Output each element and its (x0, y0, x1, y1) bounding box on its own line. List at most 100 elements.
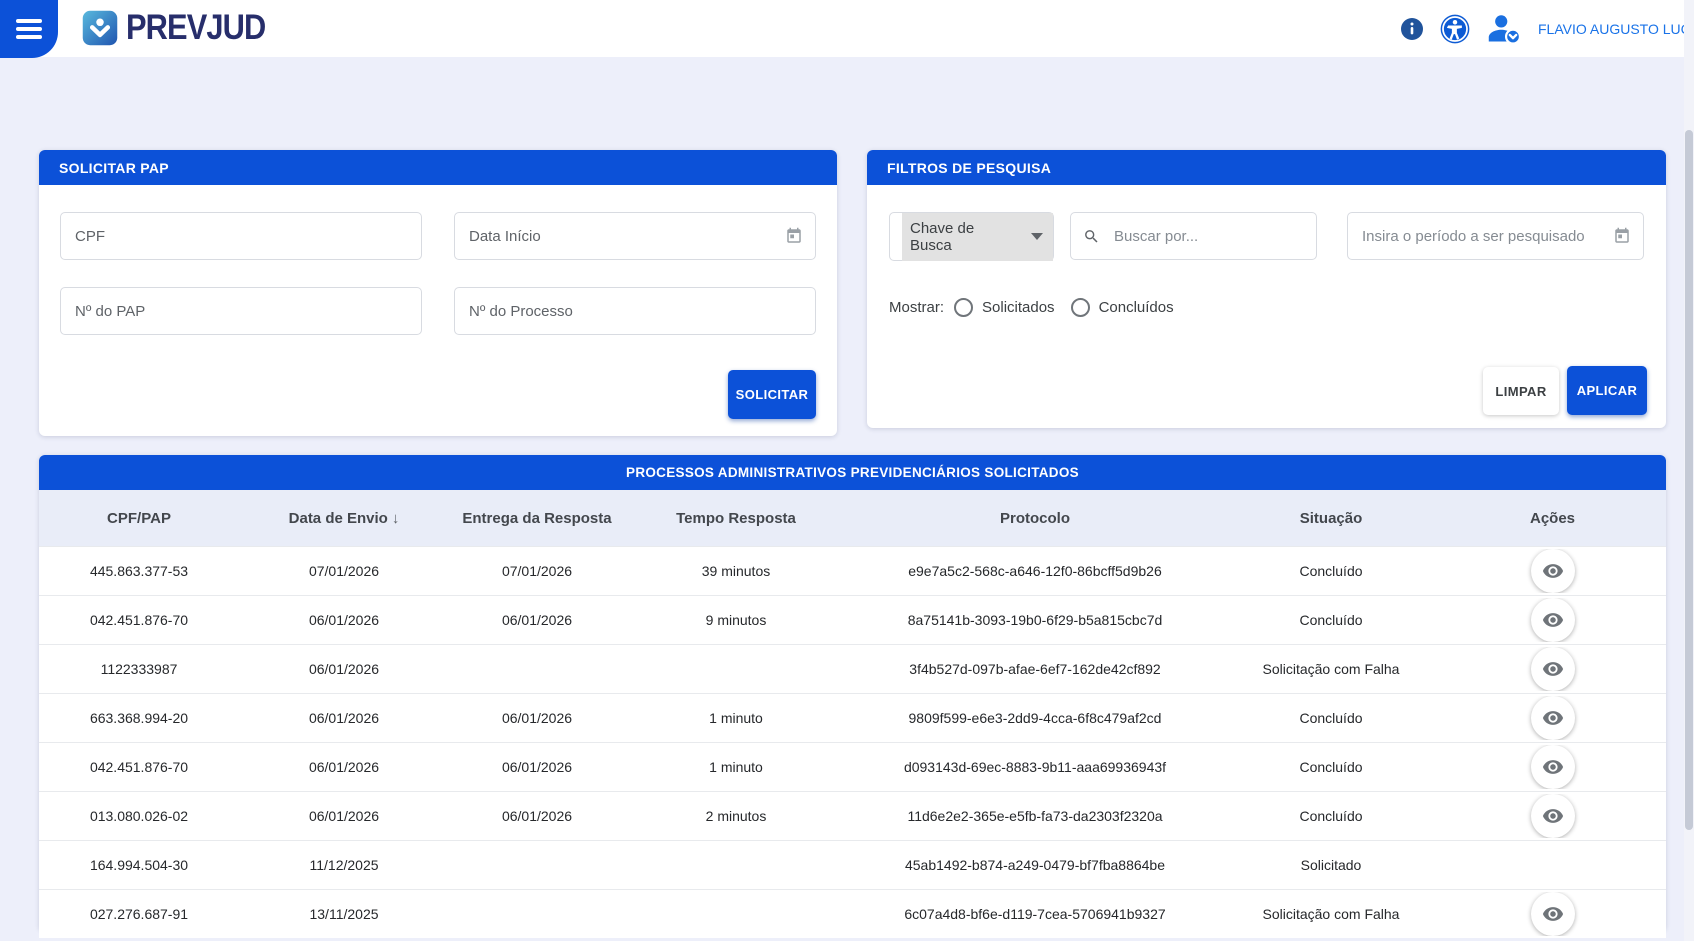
cell-entrega: 06/01/2026 (449, 808, 625, 824)
table-row: 445.863.377-53 07/01/2026 07/01/2026 39 … (39, 546, 1666, 595)
cell-tempo: 1 minuto (625, 759, 847, 775)
cell-tempo: 9 minutos (625, 612, 847, 628)
menu-button[interactable] (0, 0, 58, 58)
cell-entrega: 07/01/2026 (449, 563, 625, 579)
filtros-header: FILTROS DE PESQUISA (867, 150, 1666, 185)
cell-situacao: Solicitação com Falha (1223, 661, 1439, 677)
view-details-button[interactable] (1531, 745, 1575, 789)
cell-envio: 11/12/2025 (239, 857, 449, 873)
cell-envio: 06/01/2026 (239, 759, 449, 775)
user-name[interactable]: FLAVIO AUGUSTO LUCI... (1538, 21, 1686, 37)
cell-entrega: 06/01/2026 (449, 710, 625, 726)
col-situacao[interactable]: Situação (1223, 510, 1439, 527)
radio-circle-icon (954, 298, 973, 317)
radio-concluidos-label: Concluídos (1099, 299, 1174, 316)
calendar-icon[interactable] (785, 227, 803, 245)
num-pap-input[interactable] (61, 288, 421, 334)
limpar-button[interactable]: LIMPAR (1483, 367, 1559, 415)
radio-solicitados[interactable]: Solicitados (954, 298, 1055, 317)
chevron-down-icon (1031, 233, 1043, 240)
prevjud-logo-icon (82, 10, 118, 46)
cell-situacao: Concluído (1223, 808, 1439, 824)
solicitar-button[interactable]: SOLICITAR (728, 370, 816, 419)
buscar-field-box (1070, 212, 1317, 260)
view-details-button[interactable] (1531, 696, 1575, 740)
chave-de-busca-value: Chave de Busca (910, 220, 1013, 254)
cell-cpf: 013.080.026-02 (39, 808, 239, 824)
view-details-button[interactable] (1531, 794, 1575, 838)
page-root: PREVJUD (0, 0, 1694, 941)
cell-protocolo: e9e7a5c2-568c-a646-12f0-86bcff5d9b26 (847, 563, 1223, 579)
solicitar-pap-panel: SOLICITAR PAP SOLICITAR (39, 150, 837, 436)
cell-tempo: 1 minuto (625, 710, 847, 726)
col-data-envio[interactable]: Data de Envio↓ (239, 510, 449, 527)
cell-protocolo: 8a75141b-3093-19b0-6f29-b5a815cbc7d (847, 612, 1223, 628)
radio-circle-icon (1071, 298, 1090, 317)
col-tempo[interactable]: Tempo Resposta (625, 510, 847, 527)
cell-envio: 06/01/2026 (239, 612, 449, 628)
table-row: 027.276.687-91 13/11/2025 6c07a4d8-bf6e-… (39, 889, 1666, 938)
cell-envio: 13/11/2025 (239, 906, 449, 922)
data-inicio-input[interactable] (455, 213, 785, 259)
cell-cpf: 042.451.876-70 (39, 759, 239, 775)
cell-protocolo: 3f4b527d-097b-afae-6ef7-162de42cf892 (847, 661, 1223, 677)
cell-protocolo: 9809f599-e6e3-2dd9-4cca-6f8c479af2cd (847, 710, 1223, 726)
cell-situacao: Concluído (1223, 612, 1439, 628)
aplicar-button[interactable]: APLICAR (1567, 366, 1647, 415)
cell-cpf: 164.994.504-30 (39, 857, 239, 873)
page-scrollbar[interactable] (1684, 0, 1694, 941)
cell-cpf: 1122333987 (39, 661, 239, 677)
radio-solicitados-label: Solicitados (982, 299, 1055, 316)
cell-envio: 07/01/2026 (239, 563, 449, 579)
scrollbar-thumb[interactable] (1685, 130, 1693, 830)
cell-entrega: 06/01/2026 (449, 612, 625, 628)
cell-envio: 06/01/2026 (239, 661, 449, 677)
topbar-actions: FLAVIO AUGUSTO LUCI... (1400, 0, 1686, 57)
cell-situacao: Solicitação com Falha (1223, 906, 1439, 922)
col-entrega[interactable]: Entrega da Resposta (449, 510, 625, 527)
table-row: 042.451.876-70 06/01/2026 06/01/2026 9 m… (39, 595, 1666, 644)
table-title: PROCESSOS ADMINISTRATIVOS PREVIDENCIÁRIO… (39, 455, 1666, 490)
table-row: 042.451.876-70 06/01/2026 06/01/2026 1 m… (39, 742, 1666, 791)
view-details-button[interactable] (1531, 549, 1575, 593)
chave-de-busca-select[interactable]: Chave de Busca (889, 212, 1054, 261)
num-pap-field-box (60, 287, 422, 335)
view-details-button[interactable] (1531, 892, 1575, 936)
filtros-panel: FILTROS DE PESQUISA Chave de Busca (867, 150, 1666, 428)
col-cpf-pap[interactable]: CPF/PAP (39, 510, 239, 527)
cell-protocolo: d093143d-69ec-8883-9b11-aaa69936943f (847, 759, 1223, 775)
brand-title: PREVJUD (126, 10, 265, 46)
top-app-bar: PREVJUD (0, 0, 1694, 57)
cell-situacao: Concluído (1223, 759, 1439, 775)
cell-envio: 06/01/2026 (239, 710, 449, 726)
radio-concluidos[interactable]: Concluídos (1071, 298, 1174, 317)
info-icon[interactable] (1400, 17, 1424, 41)
table-row: 1122333987 06/01/2026 3f4b527d-097b-afae… (39, 644, 1666, 693)
search-icon (1083, 228, 1100, 245)
num-processo-field-box (454, 287, 816, 335)
brand-logo: PREVJUD (82, 10, 284, 46)
cell-protocolo: 6c07a4d8-bf6e-d119-7cea-5706941b9327 (847, 906, 1223, 922)
mostrar-label: Mostrar: (889, 299, 944, 316)
mostrar-group: Mostrar: Solicitados Concluídos (889, 298, 1174, 317)
table-row: 013.080.026-02 06/01/2026 06/01/2026 2 m… (39, 791, 1666, 840)
cell-envio: 06/01/2026 (239, 808, 449, 824)
cell-protocolo: 45ab1492-b874-a249-0479-bf7fba8864be (847, 857, 1223, 873)
calendar-icon[interactable] (1613, 227, 1631, 245)
col-protocolo[interactable]: Protocolo (847, 510, 1223, 527)
accessibility-icon[interactable] (1440, 14, 1470, 44)
table-row: 164.994.504-30 11/12/2025 45ab1492-b874-… (39, 840, 1666, 889)
cpf-input[interactable] (61, 213, 421, 259)
col-acoes: Ações (1439, 510, 1666, 527)
view-details-button[interactable] (1531, 647, 1575, 691)
user-menu-icon[interactable] (1486, 12, 1522, 46)
periodo-input[interactable] (1348, 213, 1613, 259)
cell-situacao: Concluído (1223, 710, 1439, 726)
num-processo-input[interactable] (455, 288, 815, 334)
view-details-button[interactable] (1531, 598, 1575, 642)
buscar-input[interactable] (1100, 213, 1316, 259)
cell-tempo: 39 minutos (625, 563, 847, 579)
cell-tempo: 2 minutos (625, 808, 847, 824)
table-header-row: CPF/PAP Data de Envio↓ Entrega da Respos… (39, 490, 1666, 546)
solicitar-pap-header: SOLICITAR PAP (39, 150, 837, 185)
